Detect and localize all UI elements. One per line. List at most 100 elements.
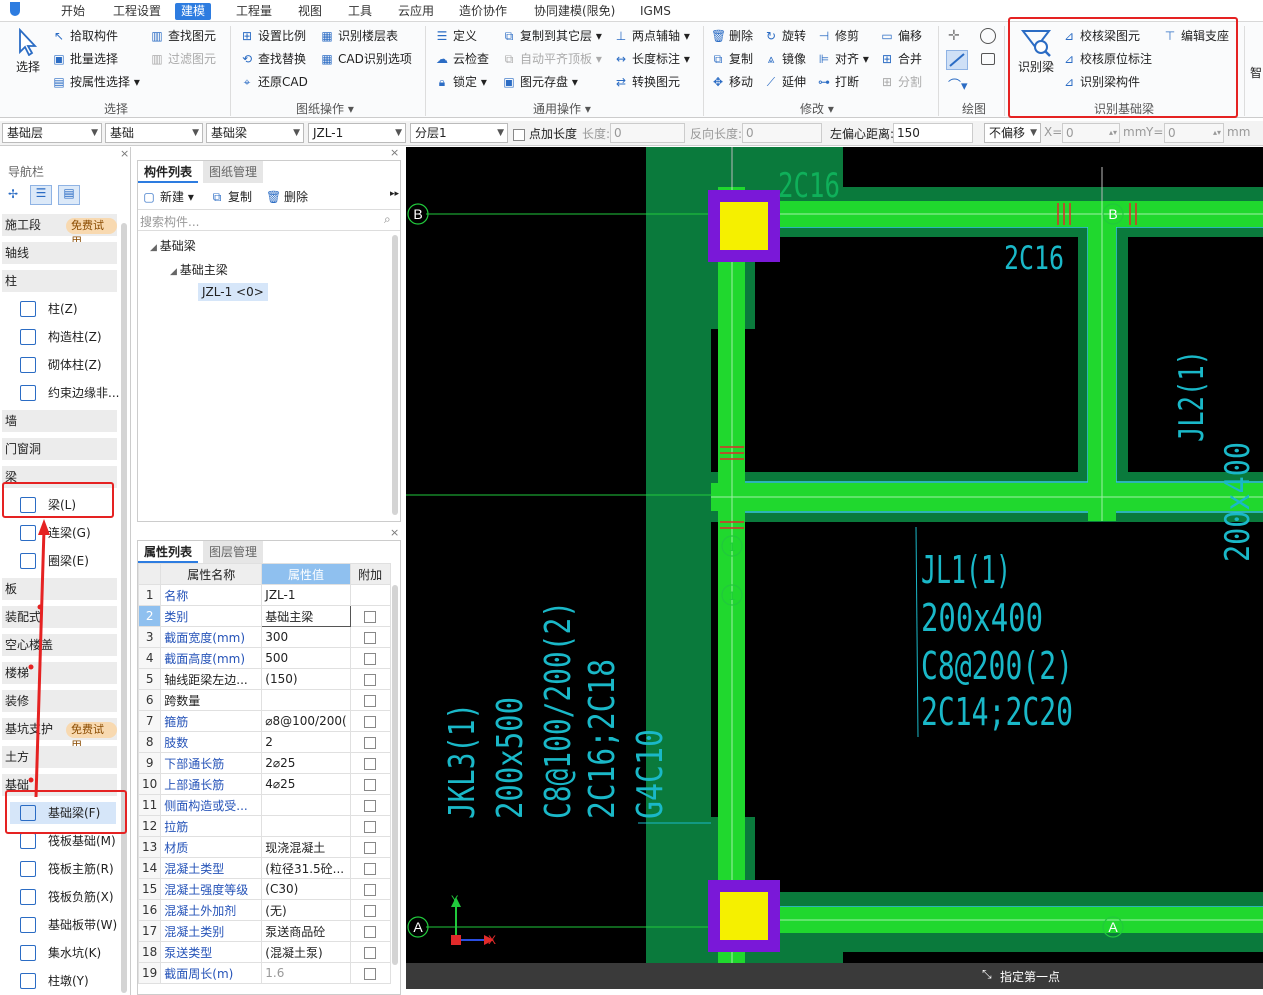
filter-element-button[interactable]: ▥ 过滤图元 <box>148 49 216 69</box>
menu-cloud[interactable]: 云应用 <box>392 3 440 20</box>
prop-value[interactable]: 4⌀25 <box>261 773 351 795</box>
menu-view[interactable]: 视图 <box>292 3 328 20</box>
proplist-close-icon[interactable]: × <box>390 526 399 539</box>
align-button[interactable]: ⊫ 对齐 ▾ <box>815 49 869 69</box>
property-row[interactable]: 7 箍筋 ⌀8@100/200( <box>137 710 391 732</box>
tab-layer-manage[interactable]: 图层管理 <box>203 541 264 563</box>
prop-value[interactable]: (无) <box>261 899 351 921</box>
prop-extra-checkbox[interactable] <box>349 815 391 837</box>
lock-button[interactable]: 🔒︎ 锁定 ▾ <box>433 72 487 92</box>
prop-value[interactable]: 基础主梁 <box>261 605 351 627</box>
rotate-button[interactable]: ↻ 旋转 <box>762 26 806 46</box>
prop-extra-checkbox[interactable] <box>349 773 391 795</box>
nav-item-pier[interactable]: 柱墩(Y) <box>18 970 89 992</box>
prop-extra-checkbox[interactable] <box>349 878 391 900</box>
copy-to-floor-button[interactable]: ⧉ 复制到其它层 ▾ <box>500 26 602 46</box>
find-element-button[interactable]: ▥ 查找图元 <box>148 26 216 46</box>
draw-arc-icon[interactable]: ⌒▾ <box>948 75 968 94</box>
property-row[interactable]: 1 名称 JZL-1 <box>137 584 391 606</box>
draw-rect-icon[interactable] <box>981 53 995 65</box>
nav-item-raft-main-bar[interactable]: 筏板主筋(R) <box>18 858 114 880</box>
prop-value[interactable]: 2⌀25 <box>261 752 351 774</box>
property-row[interactable]: 8 肢数 2 <box>137 731 391 753</box>
split-button[interactable]: ⊞ 分割 <box>878 72 922 92</box>
property-row[interactable]: 18 泵送类型 (混凝土泵) <box>137 941 391 963</box>
draw-clock-icon[interactable] <box>980 28 996 44</box>
set-scale-button[interactable]: ⊞ 设置比例 <box>238 26 306 46</box>
prop-value[interactable]: JZL-1 <box>261 584 351 606</box>
batch-select-button[interactable]: ▣ 批量选择 <box>50 49 118 69</box>
pick-component-button[interactable]: ↖ 拾取构件 <box>50 26 118 46</box>
tree-foundation-beam[interactable]: ◢ 基础梁 <box>150 237 196 254</box>
prop-extra-checkbox[interactable] <box>349 584 391 606</box>
prop-extra-checkbox[interactable] <box>349 836 391 858</box>
length-dim-button[interactable]: ↔ 长度标注 ▾ <box>612 49 690 69</box>
property-row[interactable]: 12 拉筋 <box>137 815 391 837</box>
property-row[interactable]: 15 混凝土强度等级 (C30) <box>137 878 391 900</box>
two-point-axis-button[interactable]: ⊥ 两点辅轴 ▾ <box>612 26 690 46</box>
prop-value[interactable]: ⌀8@100/200( <box>261 710 351 732</box>
offset-button[interactable]: ▭ 偏移 <box>878 26 922 46</box>
prop-value[interactable]: 泵送商品砼 <box>261 920 351 942</box>
no-offset-select[interactable]: 不偏移 ▼ <box>984 123 1041 143</box>
move-button[interactable]: ✥ 移动 <box>709 72 753 92</box>
property-row[interactable]: 16 混凝土外加剂 (无) <box>137 899 391 921</box>
menu-collab-model[interactable]: 协同建模(限免) <box>528 3 621 20</box>
property-row[interactable]: 17 混凝土类别 泵送商品砼 <box>137 920 391 942</box>
prop-value[interactable] <box>261 689 351 711</box>
prop-extra-checkbox[interactable] <box>349 941 391 963</box>
nav-item-sump[interactable]: 集水坑(K) <box>18 942 101 964</box>
menu-tools[interactable]: 工具 <box>342 3 378 20</box>
prop-value[interactable]: (粒径31.5砼... <box>261 857 351 879</box>
prop-extra-checkbox[interactable] <box>349 857 391 879</box>
prop-value[interactable] <box>261 815 351 837</box>
new-component-button[interactable]: ▢ 新建 ▾ <box>140 187 194 207</box>
property-row[interactable]: 14 混凝土类型 (粒径31.5砼... <box>137 857 391 879</box>
proplist-scrollbar[interactable] <box>392 585 398 965</box>
prop-extra-checkbox[interactable] <box>349 647 391 669</box>
select-button[interactable]: 选择 <box>8 26 48 84</box>
length-input[interactable]: 0 <box>610 123 685 143</box>
property-row[interactable]: 6 跨数量 <box>137 689 391 711</box>
prop-value[interactable]: 500 <box>261 647 351 669</box>
menu-igms[interactable]: IGMS <box>634 3 677 20</box>
menu-cost-collab[interactable]: 造价协作 <box>453 3 513 20</box>
prop-value[interactable]: (C30) <box>261 878 351 900</box>
tree-jzl-1[interactable]: JZL-1 <0> <box>198 283 268 301</box>
y-input[interactable]: 0 ▴▾ <box>1164 123 1224 143</box>
menu-start[interactable]: 开始 <box>55 3 91 20</box>
component-select[interactable]: JZL-1 ▼ <box>308 123 406 143</box>
more-icon[interactable]: ▸▸ <box>390 189 399 199</box>
menu-quantity[interactable]: 工程量 <box>230 3 278 20</box>
merge-button[interactable]: ⊞ 合并 <box>878 49 922 69</box>
prop-value[interactable]: 现浇混凝土 <box>261 836 351 858</box>
save-element-button[interactable]: ▣ 图元存盘 ▾ <box>500 72 578 92</box>
x-input[interactable]: 0 ▴▾ <box>1062 123 1120 143</box>
prop-value[interactable]: 1.6 <box>261 962 351 984</box>
reverse-length-input[interactable]: 0 <box>742 123 822 143</box>
delete-component-button[interactable]: 🗑︎ 删除 <box>264 187 308 207</box>
prop-extra-checkbox[interactable] <box>349 710 391 732</box>
subtype-select[interactable]: 基础梁 ▼ <box>206 123 304 143</box>
property-row[interactable]: 2 类别 基础主梁 <box>137 605 391 627</box>
draw-point-icon[interactable]: ✛ <box>948 28 964 44</box>
complist-scrollbar[interactable] <box>392 235 398 515</box>
tree-foundation-main-beam[interactable]: ◢ 基础主梁 <box>170 261 228 278</box>
tab-component-list[interactable]: 构件列表 <box>138 161 199 183</box>
delete-button[interactable]: 🗑︎ 删除 <box>709 26 753 46</box>
prop-extra-checkbox[interactable] <box>349 752 391 774</box>
auto-align-top-button[interactable]: ⧉ 自动平齐顶板 ▾ <box>500 49 602 69</box>
prop-value[interactable]: (150) <box>261 668 351 690</box>
property-row[interactable]: 13 材质 现浇混凝土 <box>137 836 391 858</box>
property-row[interactable]: 10 上部通长筋 4⌀25 <box>137 773 391 795</box>
prop-extra-checkbox[interactable] <box>349 731 391 753</box>
break-button[interactable]: ⊶ 打断 <box>815 72 859 92</box>
prop-value[interactable]: (混凝土泵) <box>261 941 351 963</box>
property-row[interactable]: 5 轴线距梁左边... (150) <box>137 668 391 690</box>
property-row[interactable]: 3 截面宽度(mm) 300 <box>137 626 391 648</box>
tab-property-list[interactable]: 属性列表 <box>138 541 199 563</box>
nav-item-slab-strip[interactable]: 基础板带(W) <box>18 914 117 936</box>
type-select[interactable]: 基础 ▼ <box>105 123 203 143</box>
property-row[interactable]: 11 侧面构造或受... <box>137 794 391 816</box>
draw-line-icon[interactable] <box>946 50 968 70</box>
